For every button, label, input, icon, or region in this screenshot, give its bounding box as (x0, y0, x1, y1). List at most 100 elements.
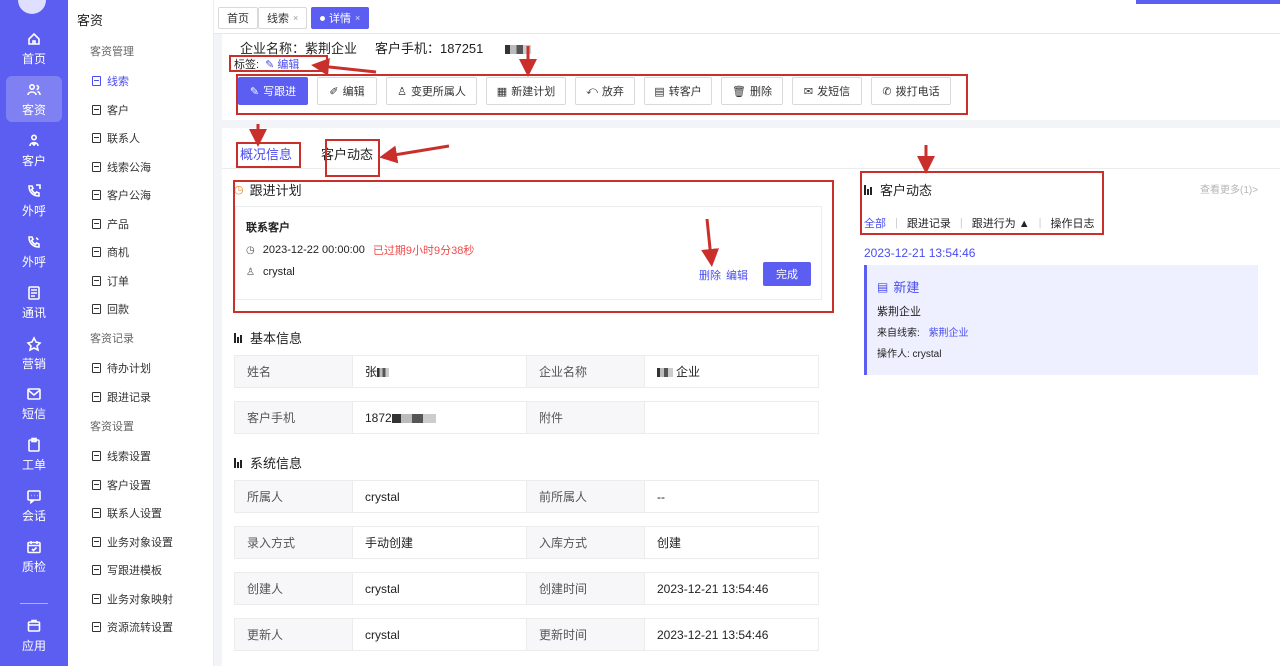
masked-text (377, 368, 390, 378)
basic-info-table: 姓名 张 企业名称 企业 客户手机 1872 附件 (234, 355, 819, 434)
submenu-item[interactable]: 客户公海 (92, 187, 151, 203)
submenu-item[interactable]: 业务对象设置 (92, 534, 173, 550)
field-value: crystal (352, 572, 527, 605)
annotation-box-overview-tab (236, 142, 301, 168)
rail-item-label: 外呼 (21, 203, 46, 218)
document-icon (92, 391, 101, 402)
dynamics-source-link[interactable]: 紫荆企业 (929, 328, 969, 339)
rail-item-9[interactable]: 会话 (6, 482, 62, 528)
annotation-box-actions (236, 74, 968, 115)
rail-item-4[interactable]: 外呼 (6, 228, 62, 274)
bar-chart-icon (234, 457, 244, 468)
submenu-item[interactable]: 业务对象映射 (92, 591, 173, 607)
left-rail: 首页 客资 客户 外呼 外呼 通讯 营销 短信 工单 会话 质检 应用 (0, 0, 68, 666)
submenu-item-label: 回款 (107, 304, 129, 316)
submenu-item-label: 写跟进模板 (107, 565, 162, 577)
field-value-text: 企业 (676, 365, 701, 379)
submenu-item[interactable]: 回款 (92, 301, 129, 317)
close-icon[interactable]: × (293, 13, 298, 23)
dynamics-date: 2023-12-21 13:54:46 (864, 246, 976, 260)
view-more-link[interactable]: 查看更多(1)> (1200, 181, 1258, 196)
phone-call-icon (25, 233, 43, 251)
document-icon (92, 622, 101, 632)
annotation-box-activity-tab (325, 139, 380, 177)
submenu-item[interactable]: 写跟进模板 (92, 562, 162, 578)
submenu-item-label: 客户 (107, 104, 129, 117)
rail-item-label: 工单 (21, 457, 46, 472)
dynamics-card-title-text: 新建 (893, 280, 920, 295)
rail-item-0[interactable]: 首页 (6, 25, 62, 71)
rail-item-11[interactable]: 应用 (6, 612, 62, 658)
document-icon (92, 479, 101, 490)
submenu-item-label: 业务对象映射 (107, 593, 173, 606)
submenu-item[interactable]: 联系人设置 (92, 505, 162, 521)
submenu-item[interactable]: 线索 (92, 73, 129, 89)
table-row: 创建人 crystal 创建时间 2023-12-21 13:54:46 (234, 572, 819, 605)
document-icon (92, 133, 101, 143)
submenu-item-label: 联系人 (107, 133, 140, 145)
field-label: 所属人 (234, 480, 353, 513)
field-label: 附件 (526, 401, 645, 434)
submenu-item-label: 资源流转设置 (107, 622, 173, 634)
marketing-icon (25, 335, 43, 353)
submenu-item[interactable]: 待办计划 (92, 360, 151, 376)
document-icon (92, 76, 101, 86)
submenu-item[interactable]: 客户 (92, 102, 129, 118)
tab-detail[interactable]: 详情 × (311, 7, 370, 29)
field-value: 手动创建 (352, 526, 527, 559)
submenu-item[interactable]: 线索设置 (92, 448, 151, 464)
document-icon (92, 565, 101, 575)
rail-item-2[interactable]: 客户 (6, 127, 62, 173)
company-name: 企业名称：紫荆企业 (240, 41, 358, 56)
submenu-group-label: 客资记录 (90, 333, 134, 345)
document-icon (92, 161, 101, 172)
rail-item-1[interactable]: 客资 (6, 76, 62, 122)
submenu-item-label: 待办计划 (107, 363, 151, 375)
submenu-item-label: 线索 (107, 76, 129, 88)
rail-item-label: 首页 (21, 51, 46, 66)
submenu-item[interactable]: 资源流转设置 (92, 619, 173, 635)
sub-menu: 客资 客资管理 线索 客户 联系人 线索公海 客户公海 产品 商机 订单 回款 客资记录 待办计划 跟进… (68, 0, 214, 666)
rail-item-7[interactable]: 短信 (6, 380, 62, 426)
table-row: 录入方式 手动创建 入库方式 创建 (234, 526, 819, 559)
submenu-item[interactable]: 产品 (92, 216, 129, 232)
document-icon (92, 451, 101, 461)
rail-item-label: 客资 (21, 102, 46, 117)
top-accent-bar (1136, 0, 1280, 4)
submenu-item-label: 客户公海 (107, 190, 151, 202)
table-row: 更新人 crystal 更新时间 2023-12-21 13:54:46 (234, 618, 819, 651)
close-icon[interactable]: × (355, 13, 360, 23)
app-logo (18, 0, 46, 14)
rail-item-6[interactable]: 营销 (6, 330, 62, 376)
customer-phone-text: 客户手机：187251 (375, 41, 484, 56)
top-tab-bar: 首页 线索 × 详情 × (214, 0, 1280, 34)
document-icon (92, 275, 101, 286)
tab-lead[interactable]: 线索 × (258, 7, 308, 29)
field-value (644, 401, 819, 434)
document-icon (92, 190, 101, 200)
submenu-item[interactable]: 商机 (92, 244, 129, 260)
row-gap (234, 558, 819, 573)
dynamics-operator: 操作人: crystal (877, 349, 942, 360)
dynamics-card-title: ▤ 新建 (877, 277, 919, 296)
field-value-text: 1872 (365, 410, 392, 425)
submenu-item-label: 线索公海 (107, 161, 151, 174)
tab-home[interactable]: 首页 (218, 7, 258, 29)
field-value: 张 (352, 355, 527, 388)
row-gap (234, 604, 819, 619)
submenu-item[interactable]: 线索公海 (92, 159, 151, 175)
calendar-check-icon (25, 538, 43, 556)
document-icon (92, 247, 101, 257)
rail-item-5[interactable]: 通讯 (6, 279, 62, 325)
rail-item-8[interactable]: 工单 (6, 431, 62, 477)
document-icon (92, 304, 101, 314)
submenu-item[interactable]: 跟进记录 (92, 389, 151, 405)
submenu-item[interactable]: 客户设置 (92, 477, 151, 493)
rail-item-3[interactable]: 外呼 (6, 177, 62, 223)
rail-item-10[interactable]: 质检 (6, 533, 62, 579)
dynamics-company: 紫荆企业 (877, 306, 921, 318)
masked-text (657, 368, 673, 378)
submenu-item[interactable]: 订单 (92, 273, 129, 289)
submenu-group-label: 客资设置 (90, 421, 134, 433)
submenu-item[interactable]: 联系人 (92, 130, 140, 146)
